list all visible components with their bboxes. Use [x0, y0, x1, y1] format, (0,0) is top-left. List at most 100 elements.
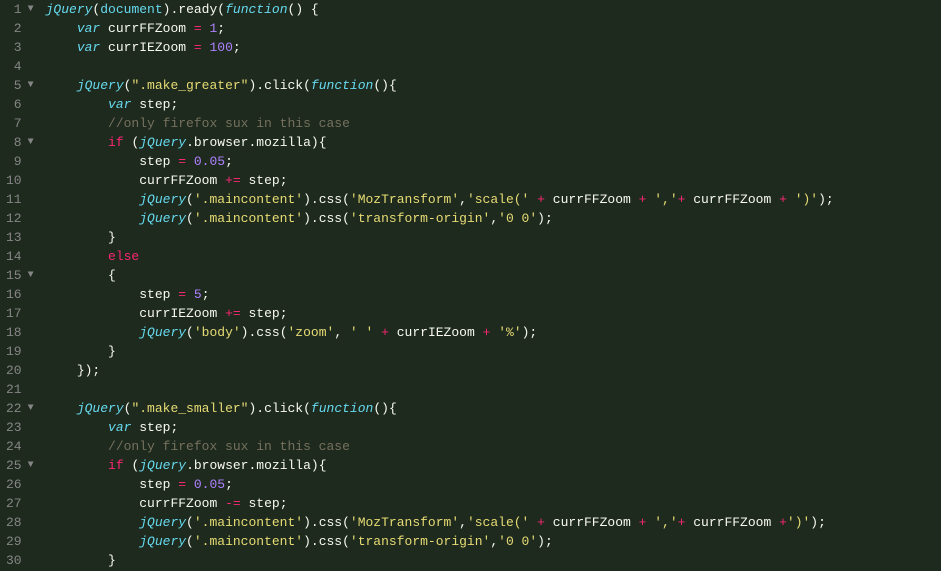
code-line[interactable]: jQuery('body').css('zoom', ' ' + currIEZ… — [46, 323, 834, 342]
code-token — [46, 230, 108, 245]
fold-toggle-icon[interactable]: ▼ — [24, 0, 34, 19]
code-line[interactable]: }); — [46, 361, 834, 380]
code-line[interactable]: var step; — [46, 95, 834, 114]
line-number: 6 — [6, 95, 34, 114]
code-token: ). — [241, 325, 257, 340]
line-number: 27 — [6, 494, 34, 513]
code-token: css — [319, 515, 342, 530]
code-line[interactable]: currIEZoom += step; — [46, 304, 834, 323]
code-line[interactable]: jQuery('.maincontent').css('MozTransform… — [46, 190, 834, 209]
code-line[interactable]: currFFZoom -= step; — [46, 494, 834, 513]
code-token: ( — [342, 211, 350, 226]
code-line[interactable]: step = 5; — [46, 285, 834, 304]
code-token: step — [241, 173, 280, 188]
code-token: ')' — [787, 515, 810, 530]
code-line[interactable]: jQuery('.maincontent').css('transform-or… — [46, 209, 834, 228]
code-line[interactable]: } — [46, 342, 834, 361]
line-number: 1▼ — [6, 0, 34, 19]
code-line[interactable]: jQuery('.maincontent').css('transform-or… — [46, 532, 834, 551]
line-number: 20 — [6, 361, 34, 380]
code-editor[interactable]: 1▼2345▼678▼9101112131415▼16171819202122▼… — [0, 0, 941, 571]
fold-toggle-icon[interactable]: ▼ — [24, 456, 34, 475]
code-token — [46, 135, 108, 150]
code-token: ). — [303, 534, 319, 549]
code-line[interactable]: { — [46, 266, 834, 285]
code-line[interactable]: if (jQuery.browser.mozilla){ — [46, 456, 834, 475]
code-token: = — [178, 287, 186, 302]
code-token — [46, 325, 140, 340]
code-token: + — [779, 192, 787, 207]
code-line[interactable]: currFFZoom += step; — [46, 171, 834, 190]
code-token: ); — [810, 515, 826, 530]
code-token — [186, 477, 194, 492]
code-token — [46, 458, 108, 473]
line-number: 14 — [6, 247, 34, 266]
code-token: 'body' — [194, 325, 241, 340]
code-line[interactable]: var step; — [46, 418, 834, 437]
code-line[interactable]: jQuery(".make_smaller").click(function()… — [46, 399, 834, 418]
code-token: ".make_smaller" — [131, 401, 248, 416]
code-token — [46, 97, 108, 112]
code-token — [46, 78, 77, 93]
code-content[interactable]: jQuery(document).ready(function() { var … — [38, 0, 834, 571]
fold-toggle-icon[interactable]: ▼ — [24, 133, 34, 152]
line-number: 23 — [6, 418, 34, 437]
code-token: , — [459, 192, 467, 207]
code-token: ' ' — [350, 325, 373, 340]
code-token: 'zoom' — [288, 325, 335, 340]
code-line[interactable]: step = 0.05; — [46, 152, 834, 171]
code-token: ); — [522, 325, 538, 340]
line-number: 2 — [6, 19, 34, 38]
code-token — [46, 363, 77, 378]
code-token: step — [139, 477, 178, 492]
code-token: ( — [217, 2, 225, 17]
line-number: 19 — [6, 342, 34, 361]
code-line[interactable]: if (jQuery.browser.mozilla){ — [46, 133, 834, 152]
code-token: 'MozTransform' — [350, 192, 459, 207]
code-line[interactable]: var currFFZoom = 1; — [46, 19, 834, 38]
code-line[interactable]: var currIEZoom = 100; — [46, 38, 834, 57]
line-number: 17 — [6, 304, 34, 323]
line-number: 21 — [6, 380, 34, 399]
code-token: '.maincontent' — [194, 515, 303, 530]
code-line[interactable] — [46, 57, 834, 76]
code-token: + — [381, 325, 389, 340]
code-token: '.maincontent' — [194, 192, 303, 207]
code-token — [46, 401, 77, 416]
fold-toggle-icon[interactable]: ▼ — [24, 76, 34, 95]
line-number-gutter: 1▼2345▼678▼9101112131415▼16171819202122▼… — [0, 0, 38, 571]
code-token: (){ — [373, 401, 396, 416]
code-token: step — [139, 154, 178, 169]
code-token: ); — [537, 534, 553, 549]
code-token: } — [108, 553, 116, 568]
code-line[interactable]: jQuery(document).ready(function() { — [46, 0, 834, 19]
code-token: -= — [225, 496, 241, 511]
code-token — [46, 287, 140, 302]
code-line[interactable]: } — [46, 228, 834, 247]
code-token: mozilla — [256, 458, 311, 473]
code-token: ( — [186, 325, 194, 340]
code-token — [46, 21, 77, 36]
code-line[interactable] — [46, 380, 834, 399]
fold-toggle-icon[interactable]: ▼ — [24, 399, 34, 418]
code-line[interactable]: else — [46, 247, 834, 266]
code-token: ( — [124, 458, 140, 473]
code-line[interactable]: step = 0.05; — [46, 475, 834, 494]
code-line[interactable]: //only firefox sux in this case — [46, 437, 834, 456]
line-number: 5▼ — [6, 76, 34, 95]
code-token: = — [178, 154, 186, 169]
fold-toggle-icon[interactable]: ▼ — [24, 266, 34, 285]
code-line[interactable]: } — [46, 551, 834, 570]
code-token — [46, 211, 140, 226]
code-line[interactable]: jQuery(".make_greater").click(function()… — [46, 76, 834, 95]
code-token: '.maincontent' — [194, 211, 303, 226]
line-number: 29 — [6, 532, 34, 551]
code-token: , — [490, 211, 498, 226]
code-token: var — [108, 420, 131, 435]
code-token: jQuery — [139, 192, 186, 207]
code-token: currFFZoom — [685, 515, 779, 530]
line-number: 4 — [6, 57, 34, 76]
code-line[interactable]: //only firefox sux in this case — [46, 114, 834, 133]
code-token — [46, 534, 140, 549]
code-line[interactable]: jQuery('.maincontent').css('MozTransform… — [46, 513, 834, 532]
